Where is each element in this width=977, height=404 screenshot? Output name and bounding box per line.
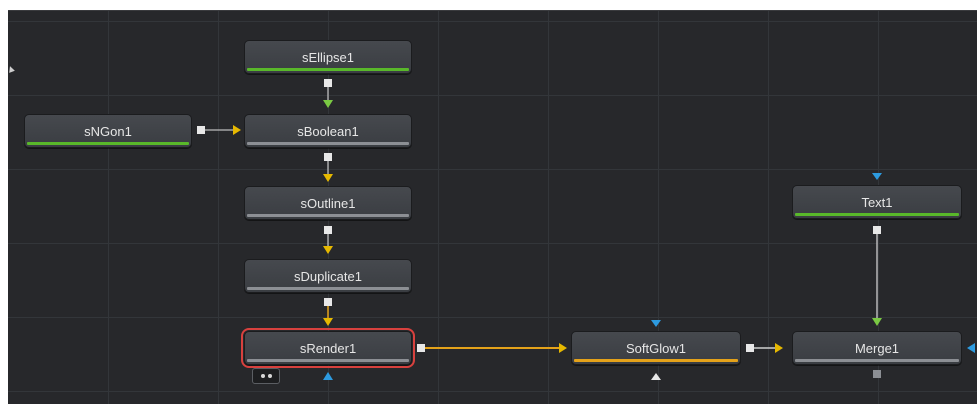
node-label: sRender1 bbox=[299, 340, 357, 356]
node-label: sNGon1 bbox=[84, 123, 132, 139]
node-type-bar bbox=[795, 213, 959, 216]
node-label: Text1 bbox=[861, 194, 893, 210]
node-type-bar bbox=[247, 142, 409, 145]
node-label: sEllipse1 bbox=[301, 49, 355, 65]
node-label: SoftGlow1 bbox=[626, 340, 686, 356]
node-srender[interactable]: sRender1 bbox=[241, 328, 415, 368]
node-merge[interactable]: Merge1 bbox=[792, 331, 962, 365]
node-sboolean[interactable]: sBoolean1 bbox=[244, 114, 412, 148]
node-editor: sEllipse1 sNGon1 sBoolean1 sOutline1 sDu… bbox=[0, 0, 977, 404]
view-dot-icon bbox=[260, 374, 265, 378]
node-type-bar bbox=[247, 214, 409, 217]
view-dot-icon bbox=[267, 374, 272, 378]
view-indicator-badge[interactable] bbox=[252, 368, 280, 384]
node-soutline[interactable]: sOutline1 bbox=[244, 186, 412, 220]
node-type-bar bbox=[247, 359, 409, 362]
node-sduplicate[interactable]: sDuplicate1 bbox=[244, 259, 412, 293]
node-sngon[interactable]: sNGon1 bbox=[24, 114, 192, 148]
node-type-bar bbox=[795, 359, 959, 362]
node-label: sDuplicate1 bbox=[294, 268, 362, 284]
node-sellipse[interactable]: sEllipse1 bbox=[244, 40, 412, 74]
node-type-bar bbox=[27, 142, 189, 145]
node-label: sOutline1 bbox=[300, 195, 356, 211]
node-label: Merge1 bbox=[854, 340, 900, 356]
node-softglow[interactable]: SoftGlow1 bbox=[571, 331, 741, 365]
node-type-bar bbox=[247, 68, 409, 71]
node-type-bar bbox=[574, 359, 738, 362]
node-type-bar bbox=[247, 287, 409, 290]
node-label: sBoolean1 bbox=[297, 123, 359, 139]
node-text[interactable]: Text1 bbox=[792, 185, 962, 219]
